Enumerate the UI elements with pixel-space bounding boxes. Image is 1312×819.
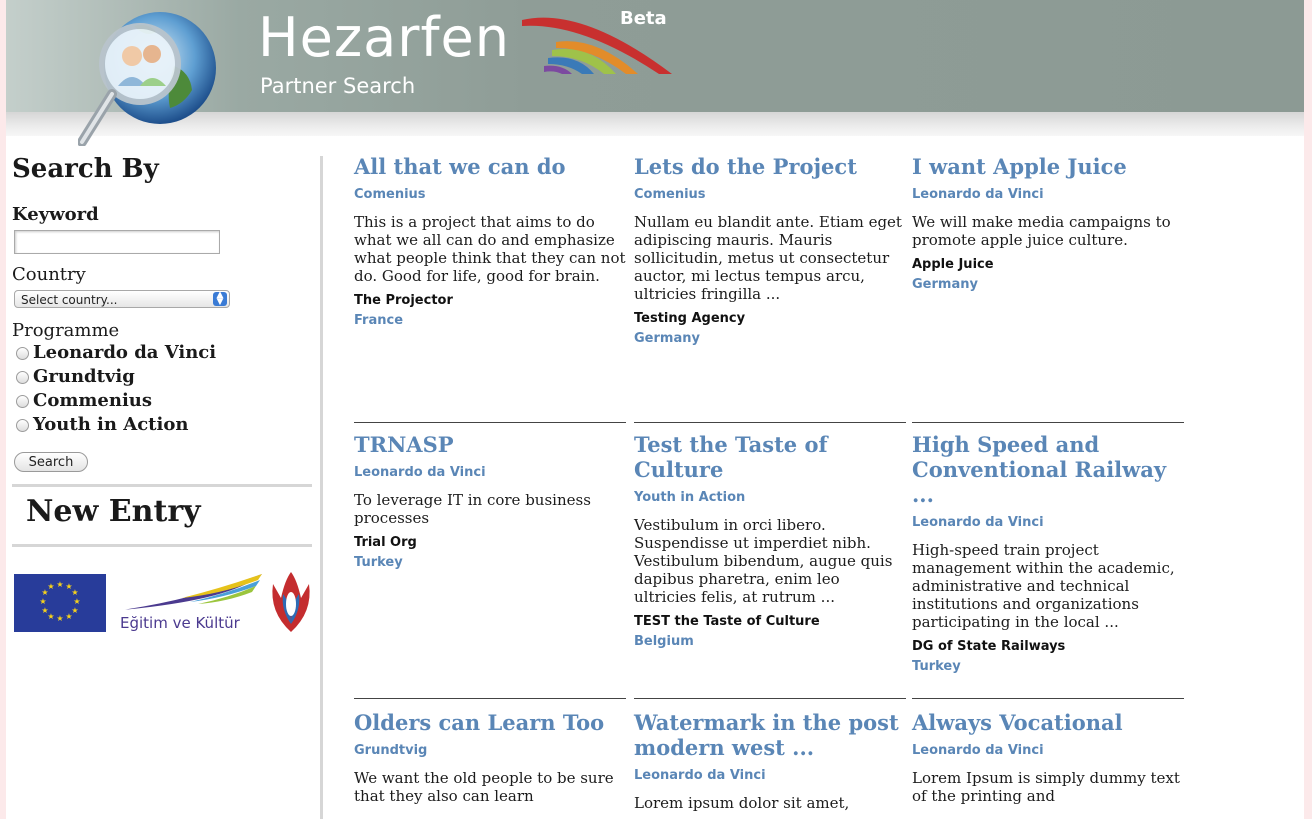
radio-button-icon[interactable] (16, 418, 29, 432)
project-organization: Testing Agency (634, 311, 746, 326)
project-description: We will make media campaigns to promote … (912, 213, 1171, 249)
project-programme[interactable]: Leonardo da Vinci (912, 743, 1184, 759)
partner-logo-text: Eğitim ve Kültür (120, 614, 240, 632)
row-separator (912, 422, 1184, 423)
page: Hezarfen Beta Partner Search Search By K… (6, 0, 1304, 819)
project-programme[interactable]: Youth in Action (634, 490, 906, 506)
radio-button-icon[interactable] (16, 394, 29, 408)
brand-title[interactable]: Hezarfen (258, 8, 510, 68)
svg-text:★: ★ (73, 597, 80, 606)
project-card: Always Vocational Leonardo da Vinci Lore… (912, 710, 1184, 805)
beta-badge: Beta (620, 8, 667, 29)
country-label: Country (12, 264, 86, 285)
search-heading: Search By (12, 154, 159, 184)
project-card: Olders can Learn Too Grundtvig We want t… (354, 710, 626, 805)
select-arrows-icon: ▲ ▼ (213, 291, 227, 307)
row-separator (354, 698, 626, 699)
radio-label: Youth in Action (33, 414, 189, 435)
brand-subtitle: Partner Search (260, 74, 416, 98)
row-separator (634, 698, 906, 699)
project-organization: DG of State Railways (912, 639, 1066, 654)
project-card: Test the Taste of Culture Youth in Actio… (634, 432, 906, 650)
project-programme[interactable]: Leonardo da Vinci (354, 465, 626, 481)
radio-leonardo[interactable]: Leonardo da Vinci (16, 342, 216, 366)
project-card: High Speed and Conventional Railway ... … (912, 432, 1184, 675)
radio-button-icon[interactable] (16, 370, 29, 384)
svg-text:★: ★ (56, 614, 63, 623)
keyword-input[interactable] (14, 230, 220, 254)
project-card: Watermark in the post modern west ... Le… (634, 710, 906, 812)
globe-magnifier-logo-icon[interactable] (78, 6, 218, 146)
project-description: High-speed train project management with… (912, 541, 1175, 631)
project-card: All that we can do Comenius This is a pr… (354, 154, 626, 329)
project-card: TRNASP Leonardo da Vinci To leverage IT … (354, 432, 626, 571)
project-country[interactable]: Germany (912, 277, 1184, 293)
project-title-link[interactable]: I want Apple Juice (912, 154, 1184, 179)
radio-label: Leonardo da Vinci (33, 342, 217, 363)
search-button[interactable]: Search (14, 452, 88, 472)
sidebar-divider (12, 484, 312, 487)
tulip-logo-icon (272, 572, 310, 632)
project-organization: TEST the Taste of Culture (634, 614, 820, 629)
project-description: To leverage IT in core business processe… (354, 491, 591, 527)
row-separator (912, 698, 1184, 699)
content-divider (320, 156, 323, 819)
radio-label: Grundtvig (33, 366, 135, 387)
project-title-link[interactable]: Test the Taste of Culture (634, 432, 906, 482)
project-organization: The Projector (354, 293, 453, 308)
svg-text:★: ★ (65, 612, 72, 621)
new-entry-link[interactable]: New Entry (26, 494, 201, 529)
project-country[interactable]: France (354, 313, 626, 329)
project-programme[interactable]: Leonardo da Vinci (634, 768, 906, 784)
keyword-label: Keyword (12, 204, 99, 225)
project-programme[interactable]: Comenius (634, 187, 906, 203)
eu-flag-icon: ★ ★★ ★★★ ★★★ ★★★ (14, 574, 106, 632)
svg-text:★: ★ (56, 580, 63, 589)
project-organization: Apple Juice (912, 257, 994, 272)
radio-grundtvig[interactable]: Grundtvig (16, 366, 135, 390)
svg-text:★: ★ (47, 582, 54, 591)
project-description: Lorem ipsum dolor sit amet, (634, 794, 850, 812)
project-title-link[interactable]: Always Vocational (912, 710, 1184, 735)
project-card: Lets do the Project Comenius Nullam eu b… (634, 154, 906, 347)
project-programme[interactable]: Grundtvig (354, 743, 626, 759)
sidebar-divider (12, 544, 312, 547)
programme-label: Programme (12, 320, 120, 341)
project-title-link[interactable]: Lets do the Project (634, 154, 906, 179)
country-select[interactable]: Select country... ▲ ▼ (14, 290, 230, 308)
search-sidebar: Search By Keyword Country Select country… (12, 150, 312, 632)
project-title-link[interactable]: All that we can do (354, 154, 626, 179)
svg-text:★: ★ (39, 597, 46, 606)
radio-youth-in-action[interactable]: Youth in Action (16, 414, 188, 438)
project-country[interactable]: Turkey (354, 555, 626, 571)
project-title-link[interactable]: TRNASP (354, 432, 626, 457)
project-description: Nullam eu blandit ante. Etiam eget adipi… (634, 213, 902, 303)
project-title-link[interactable]: Watermark in the post modern west ... (634, 710, 906, 760)
row-separator (354, 422, 626, 423)
project-country[interactable]: Turkey (912, 659, 1184, 675)
radio-button-icon[interactable] (16, 346, 29, 360)
project-country[interactable]: Belgium (634, 634, 906, 650)
project-card: I want Apple Juice Leonardo da Vinci We … (912, 154, 1184, 293)
project-organization: Trial Org (354, 535, 417, 550)
project-programme[interactable]: Comenius (354, 187, 626, 203)
project-programme[interactable]: Leonardo da Vinci (912, 515, 1184, 531)
radio-commenius[interactable]: Commenius (16, 390, 152, 414)
project-country[interactable]: Germany (634, 331, 906, 347)
svg-text:★: ★ (71, 588, 78, 597)
radio-label: Commenius (33, 390, 153, 411)
project-programme[interactable]: Leonardo da Vinci (912, 187, 1184, 203)
project-title-link[interactable]: High Speed and Conventional Railway ... (912, 432, 1184, 507)
svg-text:★: ★ (41, 606, 48, 615)
project-description: We want the old people to be sure that t… (354, 769, 614, 805)
country-select-value: Select country... (21, 293, 118, 307)
project-title-link[interactable]: Olders can Learn Too (354, 710, 626, 735)
row-separator (634, 422, 906, 423)
project-description: Vestibulum in orci libero. Suspendisse u… (634, 516, 893, 606)
project-description: This is a project that aims to do what w… (354, 213, 626, 285)
project-description: Lorem Ipsum is simply dummy text of the … (912, 769, 1180, 805)
